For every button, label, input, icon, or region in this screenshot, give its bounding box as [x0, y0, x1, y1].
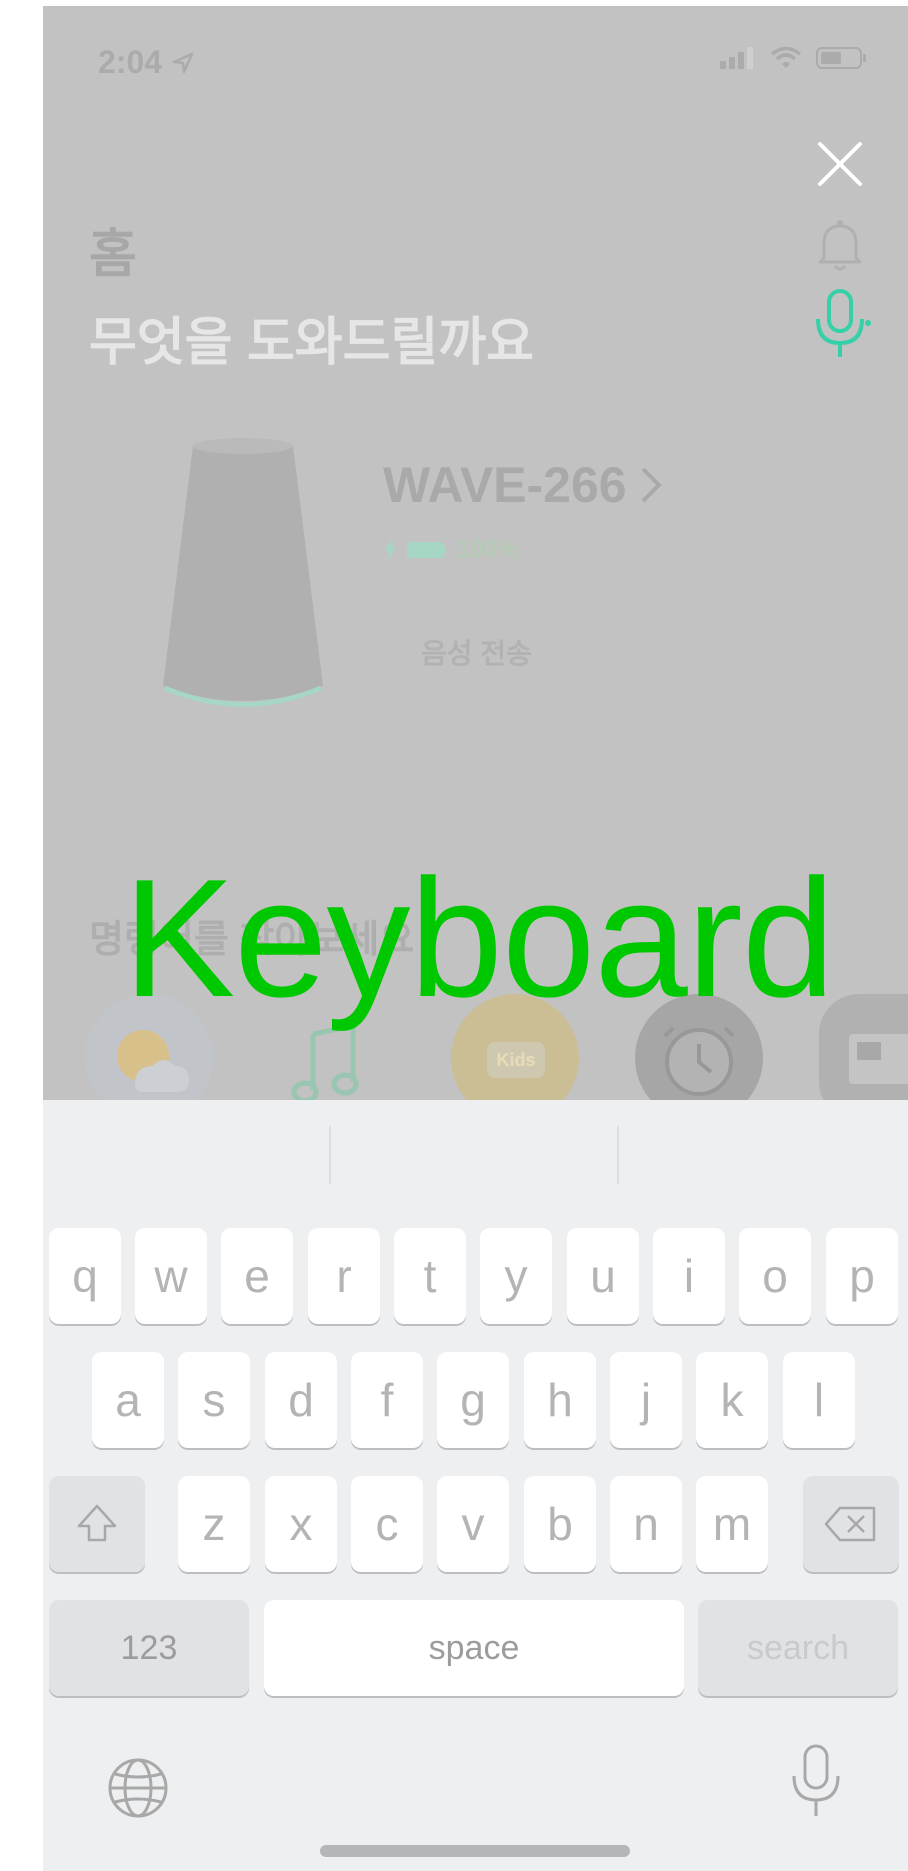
key-e[interactable]: e [221, 1228, 293, 1324]
microphone-icon[interactable] [812, 289, 872, 361]
speaker-device-image[interactable] [143, 436, 343, 736]
key-d[interactable]: d [265, 1352, 337, 1448]
battery-level-icon [407, 542, 446, 558]
search-key-label: search [746, 1628, 850, 1667]
key-u[interactable]: u [567, 1228, 639, 1324]
numbers-key[interactable]: 123 [49, 1600, 249, 1696]
device-battery: 100% [383, 536, 518, 564]
globe-icon[interactable] [106, 1756, 170, 1820]
key-z[interactable]: z [178, 1476, 250, 1572]
voice-send-button[interactable]: 음성 전송 [421, 632, 532, 672]
key-x[interactable]: x [265, 1476, 337, 1572]
space-key-label: space [428, 1628, 520, 1667]
wifi-icon [770, 46, 802, 68]
status-time: 2:04 [98, 44, 194, 81]
key-v[interactable]: v [437, 1476, 509, 1572]
key-y[interactable]: y [480, 1228, 552, 1324]
battery-status-icon [816, 47, 866, 69]
shift-key[interactable] [49, 1476, 145, 1572]
page-subtitle: 무엇을 도와드릴까요 [89, 314, 535, 372]
phone-screen: 2:04 홈 무엇을 도와드릴까요 WAVE-266 100% 음성 전송 명령… [43, 6, 908, 1871]
key-q[interactable]: q [49, 1228, 121, 1324]
key-p[interactable]: p [826, 1228, 898, 1324]
key-r[interactable]: r [308, 1228, 380, 1324]
key-j[interactable]: j [610, 1352, 682, 1448]
charging-bolt-icon [384, 539, 396, 561]
suggestion-divider [617, 1126, 619, 1184]
shift-arrow-icon [77, 1504, 117, 1542]
location-arrow-icon [172, 52, 194, 73]
signal-icon [720, 47, 753, 69]
key-b[interactable]: b [524, 1476, 596, 1572]
key-o[interactable]: o [739, 1228, 811, 1324]
key-g[interactable]: g [437, 1352, 509, 1448]
suggestion-divider [329, 1126, 331, 1184]
chevron-right-icon [641, 467, 662, 503]
key-h[interactable]: h [524, 1352, 596, 1448]
key-l[interactable]: l [783, 1352, 855, 1448]
backspace-key[interactable] [803, 1476, 899, 1572]
key-c[interactable]: c [351, 1476, 423, 1572]
key-m[interactable]: m [696, 1476, 768, 1572]
search-key[interactable]: search [698, 1600, 898, 1696]
key-t[interactable]: t [394, 1228, 466, 1324]
key-i[interactable]: i [653, 1228, 725, 1324]
battery-percent: 100% [457, 536, 519, 563]
key-f[interactable]: f [351, 1352, 423, 1448]
bell-icon[interactable] [814, 218, 866, 274]
key-k[interactable]: k [696, 1352, 768, 1448]
close-icon[interactable] [816, 140, 864, 188]
numbers-key-label: 123 [120, 1628, 178, 1667]
status-indicators [720, 46, 868, 70]
key-n[interactable]: n [610, 1476, 682, 1572]
page-title: 홈 [89, 226, 137, 284]
key-a[interactable]: a [92, 1352, 164, 1448]
home-indicator[interactable] [320, 1845, 630, 1857]
device-name-link[interactable]: WAVE-266 [383, 456, 665, 514]
kids-label: Kids [496, 1050, 535, 1070]
key-w[interactable]: w [135, 1228, 207, 1324]
keyboard-overlay-label: Keyboard [123, 844, 835, 1032]
keyboard: q w e r t y u i o p a s d f g h j k l z … [43, 1100, 908, 1871]
space-key[interactable]: space [264, 1600, 684, 1696]
dictation-microphone-icon[interactable] [790, 1744, 842, 1818]
key-s[interactable]: s [178, 1352, 250, 1448]
backspace-icon [824, 1506, 876, 1542]
